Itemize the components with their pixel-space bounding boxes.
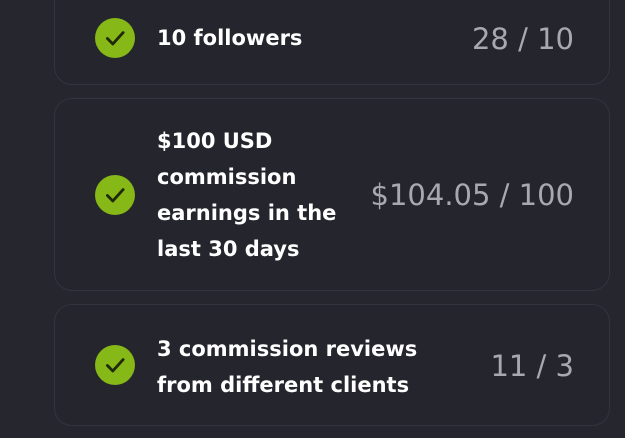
- checkmark-icon: [106, 31, 125, 46]
- milestone-card-reviews: 3 commission reviews from different clie…: [54, 304, 610, 426]
- milestones-panel: 10 followers 28 / 10 $100 USD commission…: [0, 0, 625, 438]
- checkmark-icon: [106, 358, 125, 373]
- milestone-card-followers: 10 followers 28 / 10: [54, 0, 610, 85]
- check-circle-icon: [95, 18, 135, 58]
- checkmark-icon: [106, 188, 125, 203]
- milestone-label: 10 followers: [157, 26, 303, 50]
- milestone-label: 3 commission reviews from different clie…: [157, 337, 418, 397]
- check-circle-icon: [95, 175, 135, 215]
- milestone-label: $100 USD commission earnings in the last…: [157, 129, 337, 261]
- milestone-card-earnings: $100 USD commission earnings in the last…: [54, 98, 610, 291]
- check-circle-icon: [95, 345, 135, 385]
- milestone-progress: 11 / 3: [490, 349, 574, 383]
- milestone-progress: 28 / 10: [471, 22, 574, 56]
- milestone-progress: $104.05 / 100: [370, 178, 574, 212]
